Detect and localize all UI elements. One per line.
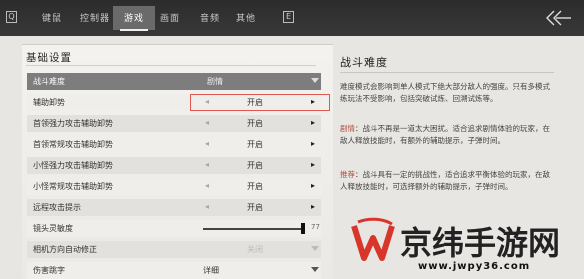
chevron-down-icon[interactable]	[311, 246, 319, 251]
stepper-value: 开启	[247, 161, 263, 170]
back-arrow-icon[interactable]	[544, 8, 572, 28]
settings-panel: 基础设置 战斗难度 剧情 辅助卸势 ◂ 开启 ▸ 首领强力攻击辅助卸势 ◂ 开启…	[22, 44, 333, 279]
setting-label: 战斗难度	[33, 77, 65, 86]
setting-label: 小怪常规攻击辅助卸势	[33, 182, 113, 191]
tab-graphics[interactable]: 画面	[160, 11, 180, 27]
tab-keyboard-mouse[interactable]: 键鼠	[42, 11, 62, 27]
slider-handle[interactable]	[301, 223, 305, 234]
setting-row-damage-numbers[interactable]: 伤害跳字 详细	[27, 262, 321, 279]
section-title: 基础设置	[26, 52, 72, 64]
setting-row-combat-difficulty[interactable]: 战斗难度 剧情	[27, 73, 321, 90]
slider-value: 77	[311, 223, 320, 231]
chevron-down-icon[interactable]	[311, 78, 319, 83]
description-title: 战斗难度	[340, 56, 388, 69]
tab-controller[interactable]: 控制器	[80, 11, 110, 27]
setting-label: 辅助卸势	[33, 98, 65, 107]
tab-audio[interactable]: 音频	[200, 11, 220, 27]
tab-other[interactable]: 其他	[236, 11, 256, 27]
prev-tab-key-badge: Q	[6, 11, 17, 23]
recommended-mode-keyword: 推荐	[340, 170, 355, 179]
watermark-logo-icon	[351, 217, 395, 261]
setting-label: 首领常规攻击辅助卸势	[33, 140, 113, 149]
watermark-text: 京纬手游网	[400, 224, 561, 262]
dropdown-value[interactable]: 剧情	[207, 76, 223, 87]
arrow-right-icon[interactable]: ▸	[311, 139, 315, 148]
setting-row-boss-normal-assist[interactable]: 首领常规攻击辅助卸势 ◂ 开启 ▸	[27, 136, 321, 153]
story-mode-keyword: 剧情	[340, 124, 355, 133]
arrow-right-icon[interactable]: ▸	[311, 181, 315, 190]
arrow-left-icon[interactable]: ◂	[205, 202, 209, 211]
setting-row-camera-sensitivity[interactable]: 镜头灵敏度 77	[27, 220, 321, 237]
dropdown-value[interactable]: 详细	[203, 265, 219, 276]
arrow-left-icon[interactable]: ◂	[205, 160, 209, 169]
arrow-right-icon[interactable]: ▸	[311, 202, 315, 211]
stepper-value: 开启	[247, 203, 263, 212]
top-nav-bar: Q 键鼠 控制器 游戏 画面 音频 其他 E	[0, 0, 584, 36]
setting-label: 首领强力攻击辅助卸势	[33, 119, 113, 128]
tab-game[interactable]: 游戏	[124, 11, 144, 27]
next-tab-key-badge: E	[283, 11, 294, 23]
description-intro: 难度模式会影响到单人模式下绝大部分敌人的强度。只有多模式练玩法不受影响，包括突破…	[340, 82, 550, 103]
watermark-url: www.jwpy36.com	[418, 261, 531, 272]
setting-label: 镜头灵敏度	[33, 224, 73, 233]
setting-label: 小怪强力攻击辅助卸势	[33, 161, 113, 170]
arrow-left-icon[interactable]: ◂	[205, 181, 209, 190]
setting-label: 相机方向自动修正	[33, 245, 97, 254]
setting-row-minion-strong-assist[interactable]: 小怪强力攻击辅助卸势 ◂ 开启 ▸	[27, 157, 321, 174]
active-tab-underline	[120, 29, 148, 31]
stepper-value: 开启	[247, 140, 263, 149]
setting-label: 伤害跳字	[33, 266, 65, 275]
story-mode-text: ：战斗不再是一道太大困扰。适合追求剧情体验的玩家，在敌人释放技能时，有额外的辅助…	[340, 124, 550, 145]
slider-track[interactable]	[203, 228, 303, 230]
arrow-right-icon[interactable]: ▸	[311, 118, 315, 127]
arrow-left-icon[interactable]: ◂	[205, 139, 209, 148]
arrow-left-icon[interactable]: ◂	[205, 118, 209, 127]
setting-row-minion-normal-assist[interactable]: 小怪常规攻击辅助卸势 ◂ 开启 ▸	[27, 178, 321, 195]
highlight-annotation-box	[190, 94, 330, 111]
section-divider	[26, 65, 316, 66]
setting-row-camera-auto-correct[interactable]: 相机方向自动修正 关闭	[27, 241, 321, 258]
description-recommended-mode: 推荐：战斗具有一定的挑战性，适合追求平衡体验的玩家，在敌人释放技能时，可选择额外…	[340, 169, 554, 193]
chevron-down-icon[interactable]	[311, 267, 319, 272]
arrow-right-icon[interactable]: ▸	[311, 160, 315, 169]
description-divider	[340, 72, 554, 73]
setting-row-ranged-attack-hint[interactable]: 远程攻击提示 ◂ 开启 ▸	[27, 199, 321, 216]
recommended-mode-text: ：战斗具有一定的挑战性，适合追求平衡体验的玩家，在敌人释放技能时，可选择额外的辅…	[340, 170, 550, 191]
description-story-mode: 剧情：战斗不再是一道太大困扰。适合追求剧情体验的玩家，在敌人释放技能时，有额外的…	[340, 123, 554, 147]
dropdown-value[interactable]: 关闭	[247, 244, 263, 255]
stepper-value: 开启	[247, 182, 263, 191]
stepper-value: 开启	[247, 119, 263, 128]
watermark: 京纬手游网 www.jwpy36.com	[340, 210, 584, 279]
setting-row-boss-strong-assist[interactable]: 首领强力攻击辅助卸势 ◂ 开启 ▸	[27, 115, 321, 132]
setting-label: 远程攻击提示	[33, 203, 81, 212]
